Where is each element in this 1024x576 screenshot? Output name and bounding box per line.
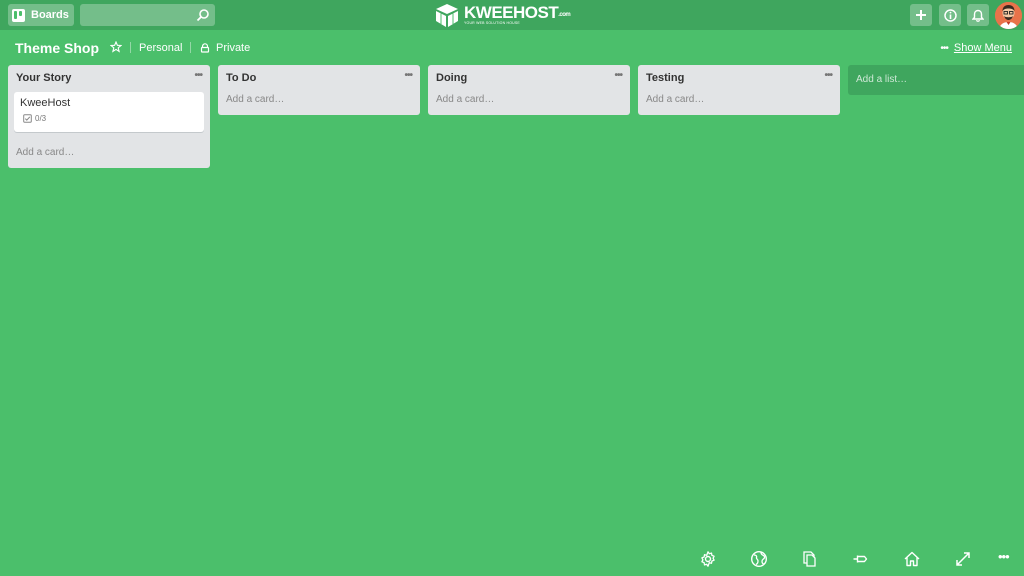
- board-visibility[interactable]: Private: [216, 42, 250, 54]
- list-menu-icon[interactable]: •••: [194, 70, 202, 81]
- logo-suffix: .com: [558, 12, 571, 19]
- card-title: KweeHost: [20, 97, 71, 109]
- list-header[interactable]: Doing •••: [428, 65, 630, 89]
- list-to-do: To Do ••• Add a card…: [218, 65, 420, 115]
- board-title[interactable]: Theme Shop: [15, 40, 99, 56]
- avatar[interactable]: [995, 2, 1022, 29]
- list-menu-icon[interactable]: •••: [614, 70, 622, 81]
- add-button[interactable]: [910, 4, 932, 26]
- gear-icon[interactable]: [699, 550, 717, 568]
- add-card-button[interactable]: Add a card…: [638, 89, 840, 115]
- cube-logo-icon: [436, 4, 458, 27]
- list-title[interactable]: Your Story: [16, 72, 71, 84]
- info-icon: [943, 8, 957, 22]
- logo-name: KWEEHOST.com: [464, 3, 571, 23]
- copy-icon[interactable]: [801, 550, 819, 568]
- checklist-badge: 0/3: [23, 114, 198, 123]
- add-card-button[interactable]: Add a card…: [218, 89, 420, 115]
- trello-board-icon: [12, 8, 25, 22]
- board-team[interactable]: Personal: [139, 42, 182, 54]
- list-doing: Doing ••• Add a card…: [428, 65, 630, 115]
- pin-icon[interactable]: [852, 550, 870, 568]
- add-list-button[interactable]: Add a list…: [848, 65, 1024, 95]
- avatar-face-icon: [995, 2, 1022, 29]
- show-menu-button[interactable]: ••• Show Menu: [940, 42, 1012, 54]
- logo-text: KWEEHOST.com YOUR WEB SOLUTION HOUSE: [464, 3, 571, 26]
- plus-icon: [916, 10, 926, 20]
- list-your-story: Your Story ••• KweeHost 0/3 Add a card…: [8, 65, 210, 168]
- logo-tagline: YOUR WEB SOLUTION HOUSE: [464, 21, 520, 26]
- kweehost-logo[interactable]: KWEEHOST.com YOUR WEB SOLUTION HOUSE: [434, 2, 574, 28]
- header-divider: [190, 42, 191, 53]
- expand-icon[interactable]: [954, 550, 972, 568]
- add-card-button[interactable]: Add a card…: [428, 89, 630, 115]
- bell-icon: [972, 9, 984, 22]
- notifications-button[interactable]: [967, 4, 989, 26]
- search-input[interactable]: [80, 4, 190, 26]
- card[interactable]: KweeHost 0/3: [14, 92, 204, 132]
- info-button[interactable]: [939, 4, 961, 26]
- boards-button[interactable]: Boards: [8, 4, 74, 26]
- list-header[interactable]: Testing •••: [638, 65, 840, 89]
- add-card-button[interactable]: Add a card…: [8, 142, 210, 168]
- list-title[interactable]: Doing: [436, 72, 467, 84]
- list-header[interactable]: To Do •••: [218, 65, 420, 89]
- search-icon[interactable]: [196, 8, 210, 22]
- home-icon[interactable]: [903, 550, 921, 568]
- checklist-count: 0/3: [35, 114, 47, 123]
- header-divider: [130, 42, 131, 53]
- list-title[interactable]: Testing: [646, 72, 684, 84]
- top-bar: Boards KWEEHOST.com YOUR WEB SOLUTION HO…: [0, 0, 1024, 30]
- search-box[interactable]: [80, 4, 215, 26]
- list-menu-icon[interactable]: •••: [404, 70, 412, 81]
- star-icon[interactable]: [110, 41, 122, 53]
- checklist-icon: [23, 114, 32, 123]
- more-dots-icon: •••: [940, 42, 948, 54]
- list-menu-icon[interactable]: •••: [824, 70, 832, 81]
- list-header[interactable]: Your Story •••: [8, 65, 210, 89]
- globe-icon[interactable]: [750, 550, 768, 568]
- show-menu-label: Show Menu: [953, 42, 1012, 54]
- more-icon[interactable]: •••: [998, 549, 1010, 564]
- list-testing: Testing ••• Add a card…: [638, 65, 840, 115]
- boards-button-label: Boards: [31, 9, 69, 21]
- list-title[interactable]: To Do: [226, 72, 256, 84]
- lock-icon: [200, 43, 210, 53]
